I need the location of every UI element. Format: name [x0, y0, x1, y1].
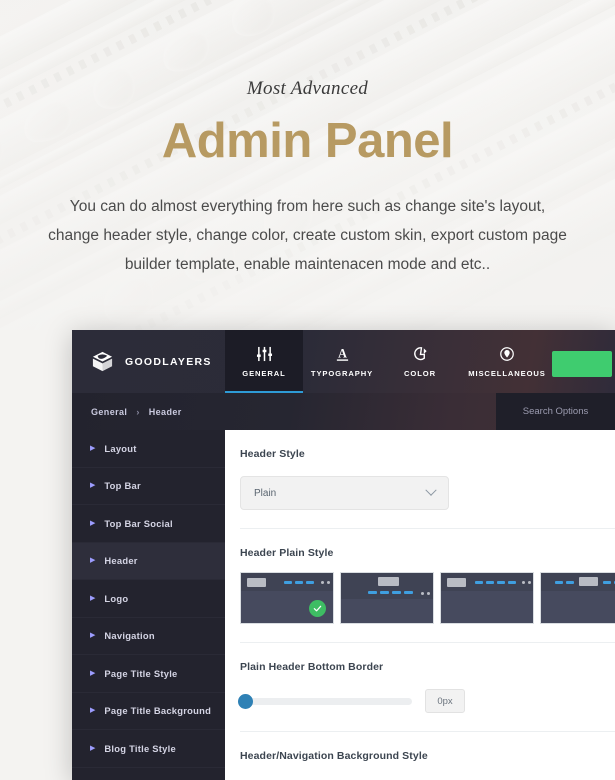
- field-plain-header-bottom-border: Plain Header Bottom Border 0px: [238, 643, 615, 732]
- sidebar-item-page-title-background[interactable]: ▶ Page Title Background: [72, 693, 225, 730]
- tab-typography-label: TYPOGRAPHY: [310, 368, 374, 378]
- sidebar-item-blog-title-style[interactable]: ▶ Blog Title Style: [72, 730, 225, 768]
- slider-value[interactable]: 0px: [425, 689, 465, 713]
- caret-right-icon: ▶: [90, 519, 96, 527]
- field-label: Plain Header Bottom Border: [240, 661, 384, 673]
- header-plain-style-options: [240, 572, 615, 624]
- slider-handle[interactable]: [238, 693, 253, 709]
- search-input[interactable]: Search Options: [523, 406, 588, 417]
- underlined-a-icon: A: [335, 346, 350, 363]
- hero-section: Most Advanced Admin Panel You can do alm…: [0, 0, 615, 330]
- save-button[interactable]: [552, 351, 612, 377]
- sidebar-item-layout[interactable]: ▶ Layout: [72, 430, 225, 468]
- sidebar-item-label: Blog Title Style: [104, 742, 176, 754]
- breadcrumb-current: Header: [148, 406, 182, 417]
- panel-content: Header Style Plain Header Plain Style Pl…: [225, 430, 615, 780]
- search-options-field[interactable]: Search Options: [496, 393, 615, 430]
- sidebar-item-label: Page Title Style: [104, 667, 178, 679]
- sidebar-item-page-title-style[interactable]: ▶ Page Title Style: [72, 655, 225, 693]
- breadcrumb-bar: General › Header Search Options: [72, 393, 615, 430]
- caret-right-icon: ▶: [90, 744, 96, 752]
- paint-drop-icon: [412, 346, 429, 363]
- header-style-value: Plain: [254, 487, 277, 499]
- panel-sidebar: ▶ Layout ▶ Top Bar ▶ Top Bar Social ▶ He…: [72, 430, 225, 780]
- sidebar-item-header[interactable]: ▶ Header: [72, 542, 225, 580]
- admin-panel: GOODLAYERS GENERAL A TYPOGRAPHY COLOR MI…: [72, 330, 615, 780]
- tab-general[interactable]: GENERAL: [225, 330, 303, 393]
- header-style-option-logo-center-nav-below[interactable]: [340, 572, 434, 624]
- chevron-right-icon: ›: [136, 406, 140, 417]
- caret-right-icon: ▶: [90, 444, 96, 452]
- header-style-option-logo-center-nav-split[interactable]: [540, 572, 615, 624]
- slider-row: 0px: [238, 689, 599, 713]
- sidebar-item-label: Logo: [104, 592, 129, 604]
- tab-color[interactable]: COLOR: [381, 330, 459, 393]
- caret-right-icon: ▶: [90, 669, 96, 677]
- brand: GOODLAYERS: [72, 330, 225, 393]
- brand-name: GOODLAYERS: [125, 355, 212, 368]
- header-style-option-logo-left-nav-right[interactable]: [240, 572, 334, 624]
- circle-pin-icon: [499, 346, 515, 363]
- caret-right-icon: ▶: [90, 594, 96, 602]
- hero-eyebrow: Most Advanced: [246, 78, 369, 99]
- breadcrumb-parent[interactable]: General: [91, 407, 127, 417]
- field-header-style: Header Style Plain: [240, 430, 615, 529]
- field-label: Header/Navigation Background Style: [240, 750, 428, 762]
- caret-right-icon: ▶: [90, 632, 96, 640]
- tab-typography[interactable]: A TYPOGRAPHY: [303, 330, 381, 393]
- goodlayers-logo-icon: [91, 350, 114, 373]
- caret-right-icon: ▶: [90, 557, 96, 565]
- caret-right-icon: ▶: [90, 482, 96, 490]
- panel-tabs: GENERAL A TYPOGRAPHY COLOR MISCELLANEOUS: [225, 330, 555, 393]
- selected-check-icon: [309, 600, 326, 617]
- caret-right-icon: ▶: [90, 707, 96, 715]
- panel-topbar: GOODLAYERS GENERAL A TYPOGRAPHY COLOR MI…: [72, 330, 615, 393]
- sidebar-item-label: Header: [104, 555, 138, 567]
- field-label: Header Plain Style: [240, 547, 334, 559]
- tab-miscellaneous[interactable]: MISCELLANEOUS: [459, 330, 555, 393]
- field-header-nav-background-style: Header/Navigation Background Style: [240, 732, 615, 780]
- field-header-plain-style: Header Plain Style: [240, 529, 615, 643]
- sidebar-item-top-bar[interactable]: ▶ Top Bar: [72, 468, 225, 505]
- sidebar-item-label: Navigation: [104, 630, 155, 642]
- field-label: Header Style: [240, 448, 305, 460]
- sidebar-item-logo[interactable]: ▶ Logo: [72, 580, 225, 618]
- sidebar-item-label: Top Bar: [104, 480, 141, 492]
- hero-description: You can do almost everything from here s…: [48, 198, 567, 273]
- panel-body: ▶ Layout ▶ Top Bar ▶ Top Bar Social ▶ He…: [72, 430, 615, 780]
- sidebar-item-label: Layout: [104, 442, 137, 454]
- breadcrumb: General › Header: [72, 407, 182, 417]
- header-style-option-logo-left-nav-inline[interactable]: [440, 572, 534, 624]
- page-title: Admin Panel: [161, 114, 454, 168]
- svg-text:A: A: [338, 346, 347, 360]
- tab-color-label: COLOR: [404, 368, 436, 378]
- header-style-select[interactable]: Plain: [240, 476, 449, 510]
- chevron-down-icon: [425, 484, 437, 496]
- sidebar-item-top-bar-social[interactable]: ▶ Top Bar Social: [72, 505, 225, 543]
- sidebar-item-label: Top Bar Social: [104, 517, 173, 529]
- sidebar-item-label: Page Title Background: [104, 705, 212, 717]
- bottom-border-slider[interactable]: [238, 693, 412, 709]
- sliders-icon: [256, 346, 273, 363]
- tab-general-label: GENERAL: [242, 368, 286, 378]
- tab-miscellaneous-label: MISCELLANEOUS: [468, 368, 546, 378]
- sidebar-item-navigation[interactable]: ▶ Navigation: [72, 618, 225, 655]
